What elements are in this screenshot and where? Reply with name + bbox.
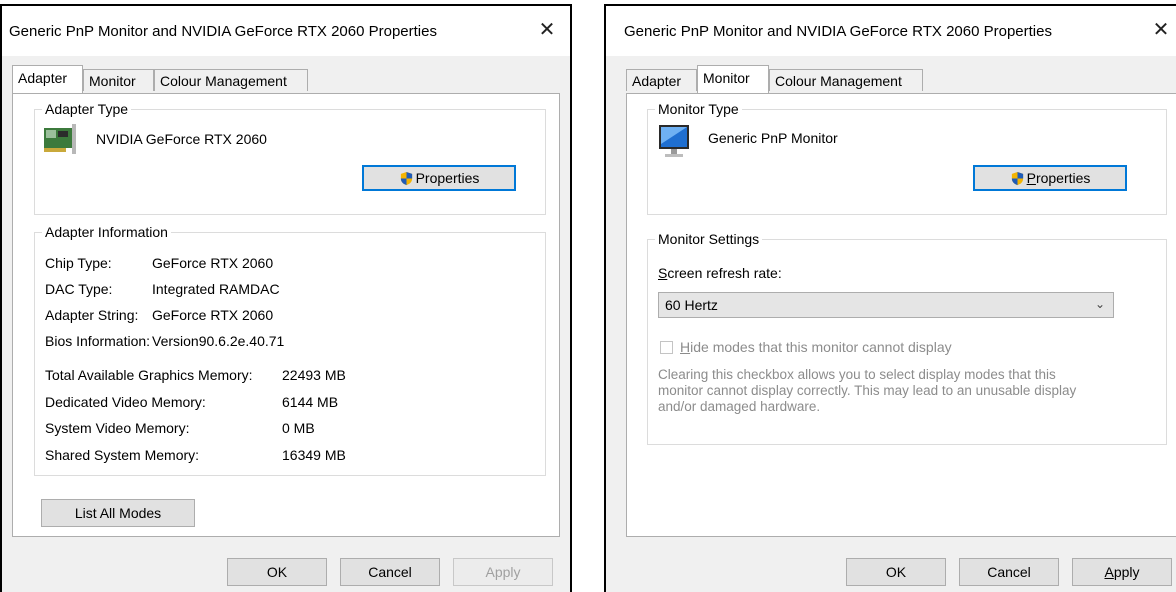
close-icon[interactable]: ✕ — [1148, 17, 1174, 43]
group-label: Adapter Type — [42, 101, 132, 117]
info-value: Version90.6.2e.40.71 — [152, 333, 285, 349]
uac-shield-icon — [400, 171, 412, 186]
info-label: Adapter String: — [45, 307, 139, 323]
window-title: Generic PnP Monitor and NVIDIA GeForce R… — [9, 23, 437, 40]
label-text: ide modes that this monitor cannot displ… — [690, 339, 952, 355]
button-label: roperties — [1035, 170, 1091, 186]
adapter-name: NVIDIA GeForce RTX 2060 — [96, 131, 267, 147]
mnemonic: S — [658, 265, 668, 281]
group-label: Adapter Information — [42, 224, 171, 240]
hide-modes-label[interactable]: Hide modes that this monitor cannot disp… — [680, 339, 952, 355]
ok-button[interactable]: OK — [227, 558, 327, 586]
memory-label: Total Available Graphics Memory: — [45, 367, 253, 383]
uac-shield-icon — [1011, 171, 1023, 186]
tab-colour-management[interactable]: Colour Management — [154, 69, 308, 91]
monitor-icon — [659, 125, 689, 157]
tab-colour-management[interactable]: Colour Management — [769, 69, 923, 91]
mnemonic: A — [1104, 564, 1114, 580]
title-bar: Generic PnP Monitor and NVIDIA GeForce R… — [2, 6, 570, 56]
hide-modes-checkbox[interactable] — [660, 341, 673, 354]
tab-monitor[interactable]: Monitor — [697, 65, 769, 93]
monitor-properties-dialog: Generic PnP Monitor and NVIDIA GeForce R… — [604, 4, 1176, 592]
tab-adapter[interactable]: Adapter — [626, 69, 697, 91]
apply-button[interactable]: Apply — [1072, 558, 1172, 586]
window-title: Generic PnP Monitor and NVIDIA GeForce R… — [624, 23, 1052, 40]
monitor-settings-group: Monitor Settings Screen refresh rate: 60… — [647, 231, 1167, 445]
cancel-button[interactable]: Cancel — [959, 558, 1059, 586]
memory-label: Dedicated Video Memory: — [45, 394, 206, 410]
chevron-down-icon: ⌄ — [1094, 297, 1105, 311]
monitor-properties-button[interactable]: Properties — [973, 165, 1127, 191]
cancel-button[interactable]: Cancel — [340, 558, 440, 586]
info-label: DAC Type: — [45, 281, 113, 297]
mnemonic: H — [680, 339, 691, 355]
monitor-name: Generic PnP Monitor — [708, 130, 838, 146]
adapter-properties-dialog: Generic PnP Monitor and NVIDIA GeForce R… — [0, 4, 572, 592]
button-label: pply — [1113, 564, 1140, 580]
memory-label: System Video Memory: — [45, 420, 190, 436]
list-all-modes-button[interactable]: List All Modes — [41, 499, 195, 527]
info-label: Bios Information: — [45, 333, 151, 349]
group-label: Monitor Type — [655, 101, 742, 117]
memory-value: 6144 MB — [282, 394, 339, 410]
ok-button[interactable]: OK — [846, 558, 946, 586]
info-value: GeForce RTX 2060 — [152, 255, 274, 271]
mnemonic: P — [1026, 170, 1036, 186]
memory-value: 0 MB — [282, 420, 315, 436]
label-text: creen refresh rate: — [667, 265, 782, 281]
adapter-info-group: Adapter Information Chip Type: GeForce R… — [34, 224, 546, 476]
adapter-tab-panel: Adapter Type NVIDIA GeForce RTX 2060 Pro… — [12, 93, 560, 537]
refresh-rate-label: Screen refresh rate: — [658, 265, 782, 281]
close-icon[interactable]: ✕ — [534, 17, 560, 43]
selected-value: 60 Hertz — [665, 297, 718, 313]
adapter-type-group: Adapter Type NVIDIA GeForce RTX 2060 Pro… — [34, 101, 546, 215]
info-value: GeForce RTX 2060 — [152, 307, 274, 323]
refresh-rate-select[interactable]: 60 Hertz ⌄ — [658, 292, 1114, 318]
monitor-type-group: Monitor Type Generic PnP Monitor Propert… — [647, 101, 1167, 215]
memory-value: 16349 MB — [282, 447, 346, 463]
apply-button[interactable]: Apply — [453, 558, 553, 586]
monitor-tab-panel: Monitor Type Generic PnP Monitor Propert… — [626, 93, 1176, 537]
info-label: Chip Type: — [45, 255, 112, 271]
title-bar: Generic PnP Monitor and NVIDIA GeForce R… — [606, 6, 1176, 56]
warning-text: Clearing this checkbox allows you to sel… — [658, 367, 1077, 414]
tab-monitor[interactable]: Monitor — [83, 69, 154, 91]
graphics-card-icon — [44, 124, 76, 154]
group-label: Monitor Settings — [655, 231, 763, 247]
tab-adapter[interactable]: Adapter — [12, 65, 83, 93]
memory-label: Shared System Memory: — [45, 447, 200, 463]
memory-value: 22493 MB — [282, 367, 346, 383]
adapter-properties-button[interactable]: Properties — [362, 165, 516, 191]
button-label: Properties — [415, 170, 480, 186]
info-value: Integrated RAMDAC — [152, 281, 280, 297]
